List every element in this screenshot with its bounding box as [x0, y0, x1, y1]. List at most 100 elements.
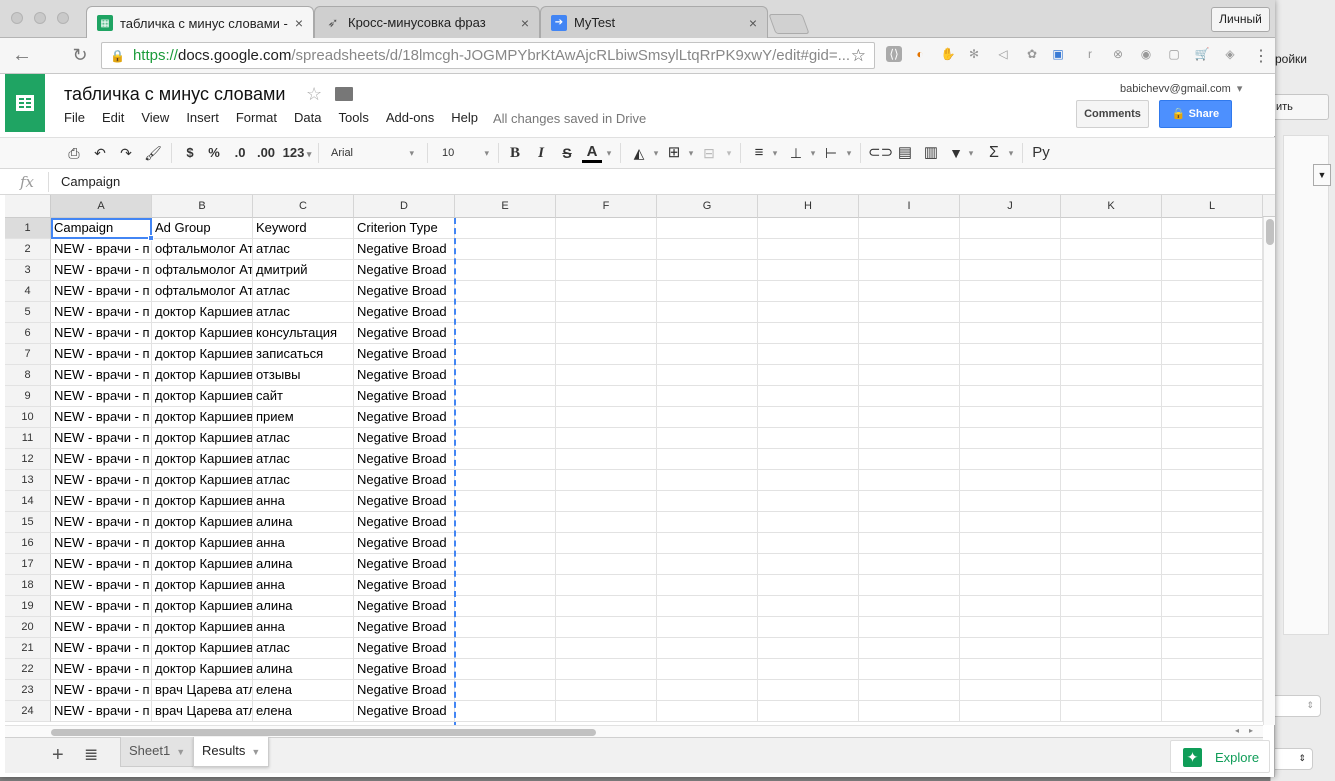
column-header-f[interactable]: F: [556, 195, 657, 218]
cell-h1[interactable]: [758, 218, 859, 239]
cell-g14[interactable]: [657, 491, 758, 512]
cell-a21[interactable]: NEW - врачи - п: [51, 638, 152, 659]
strikethrough-button[interactable]: S: [557, 143, 577, 163]
cell-f24[interactable]: [556, 701, 657, 722]
browser-tab-cross-minus[interactable]: ➶ Кросс-минусовка фраз ×: [314, 6, 540, 38]
cell-b18[interactable]: доктор Каршиев: [152, 575, 253, 596]
cell-j17[interactable]: [960, 554, 1061, 575]
cell-a4[interactable]: NEW - врачи - п: [51, 281, 152, 302]
cell-l23[interactable]: [1162, 680, 1263, 701]
cell-l2[interactable]: [1162, 239, 1263, 260]
redo-icon[interactable]: ↷: [116, 143, 136, 163]
cell-c18[interactable]: анна: [253, 575, 354, 596]
cell-j2[interactable]: [960, 239, 1061, 260]
cell-a16[interactable]: NEW - врачи - п: [51, 533, 152, 554]
cell-e8[interactable]: [455, 365, 556, 386]
text-wrap-icon[interactable]: ⊢: [821, 143, 841, 163]
cell-l10[interactable]: [1162, 407, 1263, 428]
cell-k8[interactable]: [1061, 365, 1162, 386]
cell-c2[interactable]: атлас: [253, 239, 354, 260]
cell-c20[interactable]: анна: [253, 617, 354, 638]
cell-a2[interactable]: NEW - врачи - п: [51, 239, 152, 260]
cell-c15[interactable]: алина: [253, 512, 354, 533]
cell-j3[interactable]: [960, 260, 1061, 281]
cell-g10[interactable]: [657, 407, 758, 428]
cell-g6[interactable]: [657, 323, 758, 344]
cell-j24[interactable]: [960, 701, 1061, 722]
cell-a5[interactable]: NEW - врачи - п: [51, 302, 152, 323]
back-arrow-icon[interactable]: ←: [10, 43, 34, 67]
cell-h21[interactable]: [758, 638, 859, 659]
scroll-right-icon[interactable]: ▸: [1249, 726, 1253, 735]
cell-c14[interactable]: анна: [253, 491, 354, 512]
menu-tools[interactable]: Tools: [338, 110, 368, 125]
row-header[interactable]: 1: [5, 218, 51, 239]
cell-b6[interactable]: доктор Каршиев: [152, 323, 253, 344]
cell-j18[interactable]: [960, 575, 1061, 596]
cell-c19[interactable]: алина: [253, 596, 354, 617]
on-extension-icon[interactable]: ▣: [1050, 46, 1066, 62]
row-header[interactable]: 14: [5, 491, 51, 512]
cell-k10[interactable]: [1061, 407, 1162, 428]
italic-button[interactable]: I: [531, 143, 551, 163]
cell-b24[interactable]: врач Царева атл: [152, 701, 253, 722]
cell-a1[interactable]: Campaign: [51, 218, 152, 239]
currency-format-button[interactable]: $: [180, 143, 200, 163]
cell-c1[interactable]: Keyword: [253, 218, 354, 239]
account-menu[interactable]: babichevv@gmail.com ▾: [1120, 82, 1242, 95]
cell-a6[interactable]: NEW - врачи - п: [51, 323, 152, 344]
cell-b8[interactable]: доктор Каршиев: [152, 365, 253, 386]
cell-c23[interactable]: елена: [253, 680, 354, 701]
cell-d22[interactable]: Negative Broad: [354, 659, 455, 680]
cell-k23[interactable]: [1061, 680, 1162, 701]
cell-f16[interactable]: [556, 533, 657, 554]
cell-b17[interactable]: доктор Каршиев: [152, 554, 253, 575]
cell-e13[interactable]: [455, 470, 556, 491]
cell-a23[interactable]: NEW - врачи - п: [51, 680, 152, 701]
scroll-left-icon[interactable]: ◂: [1235, 726, 1239, 735]
cell-b12[interactable]: доктор Каршиев: [152, 449, 253, 470]
cell-e7[interactable]: [455, 344, 556, 365]
row-header[interactable]: 17: [5, 554, 51, 575]
cell-h2[interactable]: [758, 239, 859, 260]
hand-extension-icon[interactable]: ✋: [940, 46, 956, 62]
cell-l21[interactable]: [1162, 638, 1263, 659]
cell-i15[interactable]: [859, 512, 960, 533]
cell-i20[interactable]: [859, 617, 960, 638]
menu-format[interactable]: Format: [236, 110, 277, 125]
cell-d1[interactable]: Criterion Type: [354, 218, 455, 239]
new-tab-button[interactable]: [768, 14, 810, 34]
cell-i8[interactable]: [859, 365, 960, 386]
cell-i9[interactable]: [859, 386, 960, 407]
cell-a14[interactable]: NEW - врачи - п: [51, 491, 152, 512]
font-family-select[interactable]: Arial ▾: [325, 143, 420, 163]
column-header-d[interactable]: D: [354, 195, 455, 218]
cell-h18[interactable]: [758, 575, 859, 596]
cell-k2[interactable]: [1061, 239, 1162, 260]
cell-l16[interactable]: [1162, 533, 1263, 554]
cell-d8[interactable]: Negative Broad: [354, 365, 455, 386]
cell-g13[interactable]: [657, 470, 758, 491]
cell-b13[interactable]: доктор Каршиев: [152, 470, 253, 491]
row-header[interactable]: 18: [5, 575, 51, 596]
cell-c22[interactable]: алина: [253, 659, 354, 680]
cell-i19[interactable]: [859, 596, 960, 617]
cell-l14[interactable]: [1162, 491, 1263, 512]
cell-a3[interactable]: NEW - врачи - п: [51, 260, 152, 281]
close-icon[interactable]: ×: [749, 15, 757, 31]
menu-edit[interactable]: Edit: [102, 110, 124, 125]
text-color-button[interactable]: A: [582, 143, 602, 163]
cell-d13[interactable]: Negative Broad: [354, 470, 455, 491]
row-header[interactable]: 5: [5, 302, 51, 323]
cell-f12[interactable]: [556, 449, 657, 470]
row-header[interactable]: 8: [5, 365, 51, 386]
close-icon[interactable]: ×: [521, 15, 529, 31]
cell-i7[interactable]: [859, 344, 960, 365]
cell-l4[interactable]: [1162, 281, 1263, 302]
cell-k6[interactable]: [1061, 323, 1162, 344]
column-header-j[interactable]: J: [960, 195, 1061, 218]
cell-f17[interactable]: [556, 554, 657, 575]
column-header-a[interactable]: A: [51, 195, 152, 218]
column-header-k[interactable]: K: [1061, 195, 1162, 218]
chevron-down-icon[interactable]: ▼: [1313, 164, 1331, 186]
